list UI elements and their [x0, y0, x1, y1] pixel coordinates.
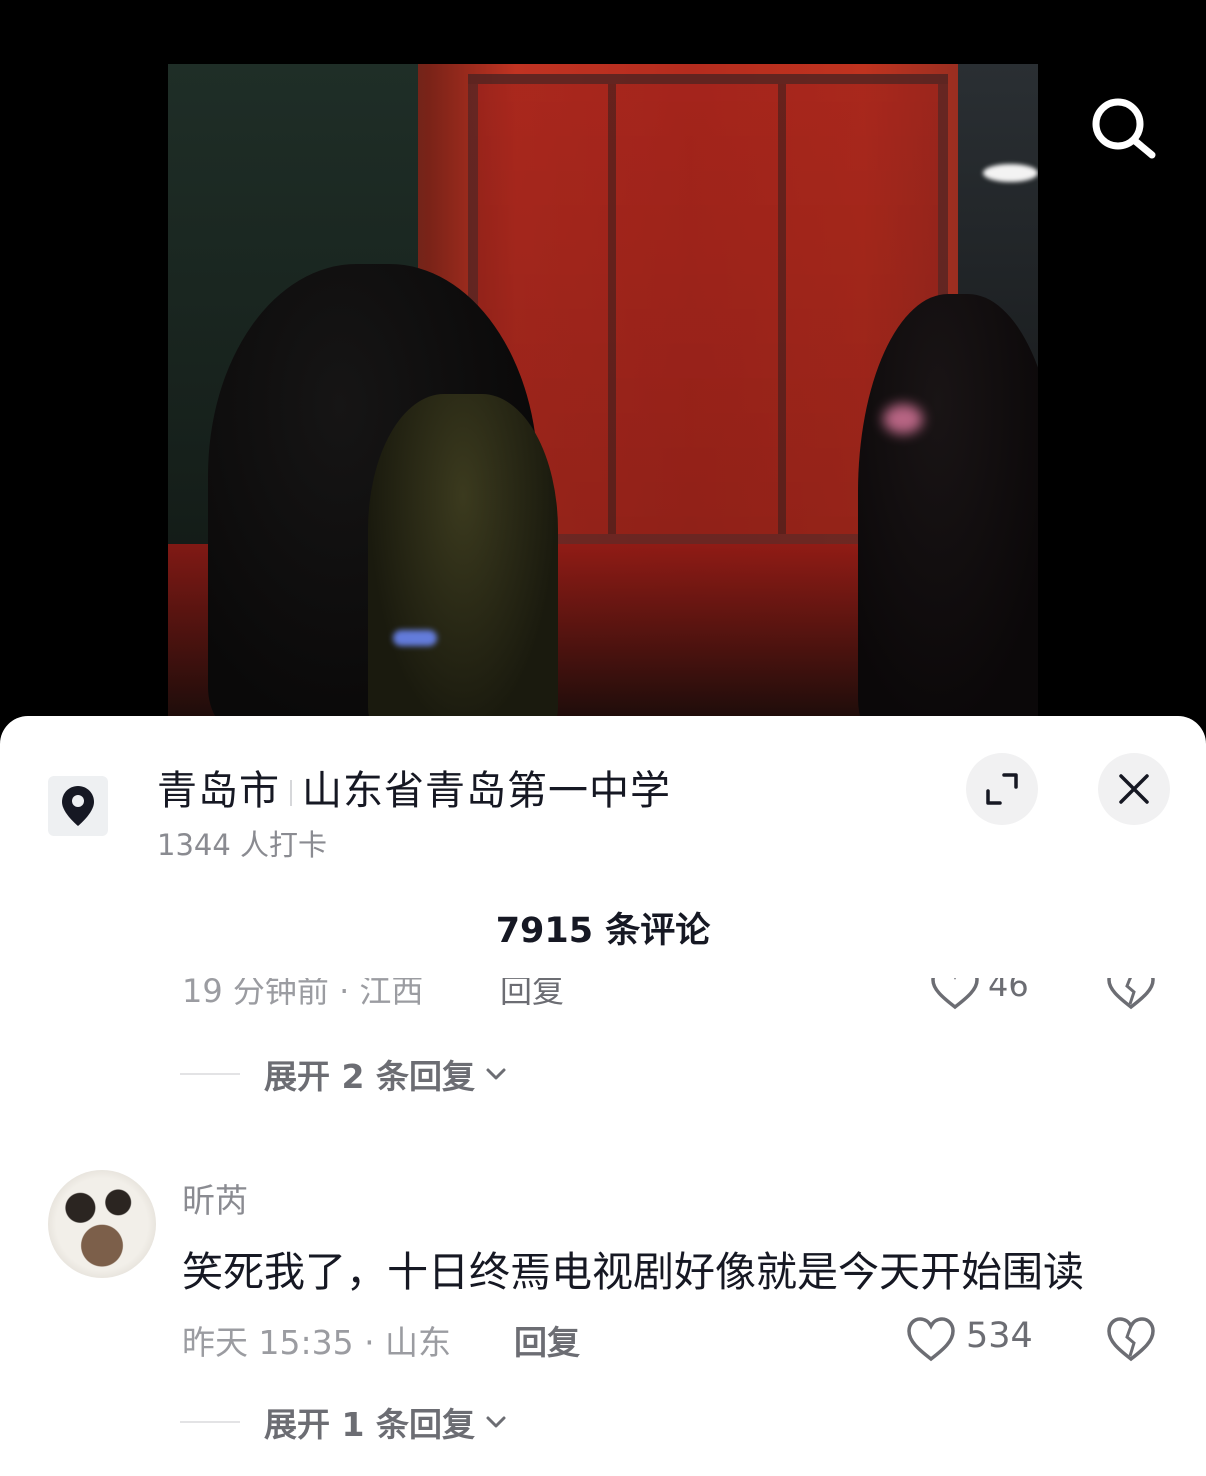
expand-icon — [986, 773, 1018, 805]
previous-comment-like-count: 46 — [988, 978, 1029, 1004]
location-title[interactable]: 青岛市 山东省青岛第一中学 — [157, 758, 671, 816]
location-checkins: 1344 人打卡 — [157, 828, 328, 862]
expand-replies-button[interactable]: 展开 2 条回复 — [180, 1050, 509, 1098]
previous-comment-time: 19 分钟前 · 江西 — [182, 978, 424, 1010]
close-icon — [1119, 774, 1149, 804]
chevron-down-icon — [486, 1416, 506, 1428]
heart-icon[interactable] — [930, 978, 980, 1010]
close-button[interactable] — [1098, 753, 1170, 825]
video-scene-window-bar — [778, 84, 786, 534]
comment-time: 昨天 15:35 · 山东 — [182, 1323, 452, 1362]
reply-button[interactable]: 回复 — [514, 1316, 580, 1364]
video-scene-phone-glow — [393, 630, 437, 646]
previous-comment-reply-button[interactable]: 回复 — [500, 978, 564, 1012]
comment-username[interactable]: 昕芮 — [182, 1174, 248, 1222]
expand-replies-label: 展开 2 条回复 — [264, 1057, 475, 1096]
broken-heart-icon[interactable] — [1106, 1316, 1156, 1362]
expand-replies-label: 展开 1 条回复 — [264, 1405, 475, 1444]
comment-count: 7915 条评论 — [495, 911, 711, 951]
expand-button[interactable] — [966, 753, 1038, 825]
previous-comment-meta: 19 分钟前 · 江西 回复 46 — [0, 978, 1206, 1012]
divider-line — [180, 1421, 240, 1423]
location-city: 青岛市 — [157, 768, 280, 814]
comment-like-count: 534 — [966, 1316, 1033, 1356]
broken-heart-icon[interactable] — [1106, 978, 1156, 1010]
location-pin-icon — [62, 786, 94, 826]
video-player[interactable] — [0, 0, 1206, 760]
location-separator — [290, 780, 292, 806]
location-pin-box[interactable] — [48, 776, 108, 836]
comment-text: 笑死我了，十日终焉电视剧好像就是今天开始围读 — [182, 1248, 1084, 1296]
search-button[interactable] — [1086, 92, 1160, 166]
divider-line — [180, 1073, 240, 1075]
video-scene-light — [983, 164, 1038, 182]
video-scene-window-bar — [608, 84, 616, 534]
location-place: 山东省青岛第一中学 — [302, 768, 671, 814]
heart-icon[interactable] — [906, 1316, 956, 1362]
video-scene-pink-glow — [883, 404, 923, 434]
search-icon — [1092, 98, 1156, 159]
avatar[interactable] — [48, 1170, 156, 1278]
comments-sheet: 青岛市 山东省青岛第一中学 1344 人打卡 7915 条评论 19 分钟前 · … — [0, 716, 1206, 1476]
video-frame[interactable] — [168, 64, 1038, 724]
video-scene-person — [858, 294, 1038, 724]
video-scene-person — [368, 394, 558, 724]
expand-replies-button[interactable]: 展开 1 条回复 — [180, 1398, 509, 1446]
chevron-down-icon — [486, 1068, 506, 1080]
